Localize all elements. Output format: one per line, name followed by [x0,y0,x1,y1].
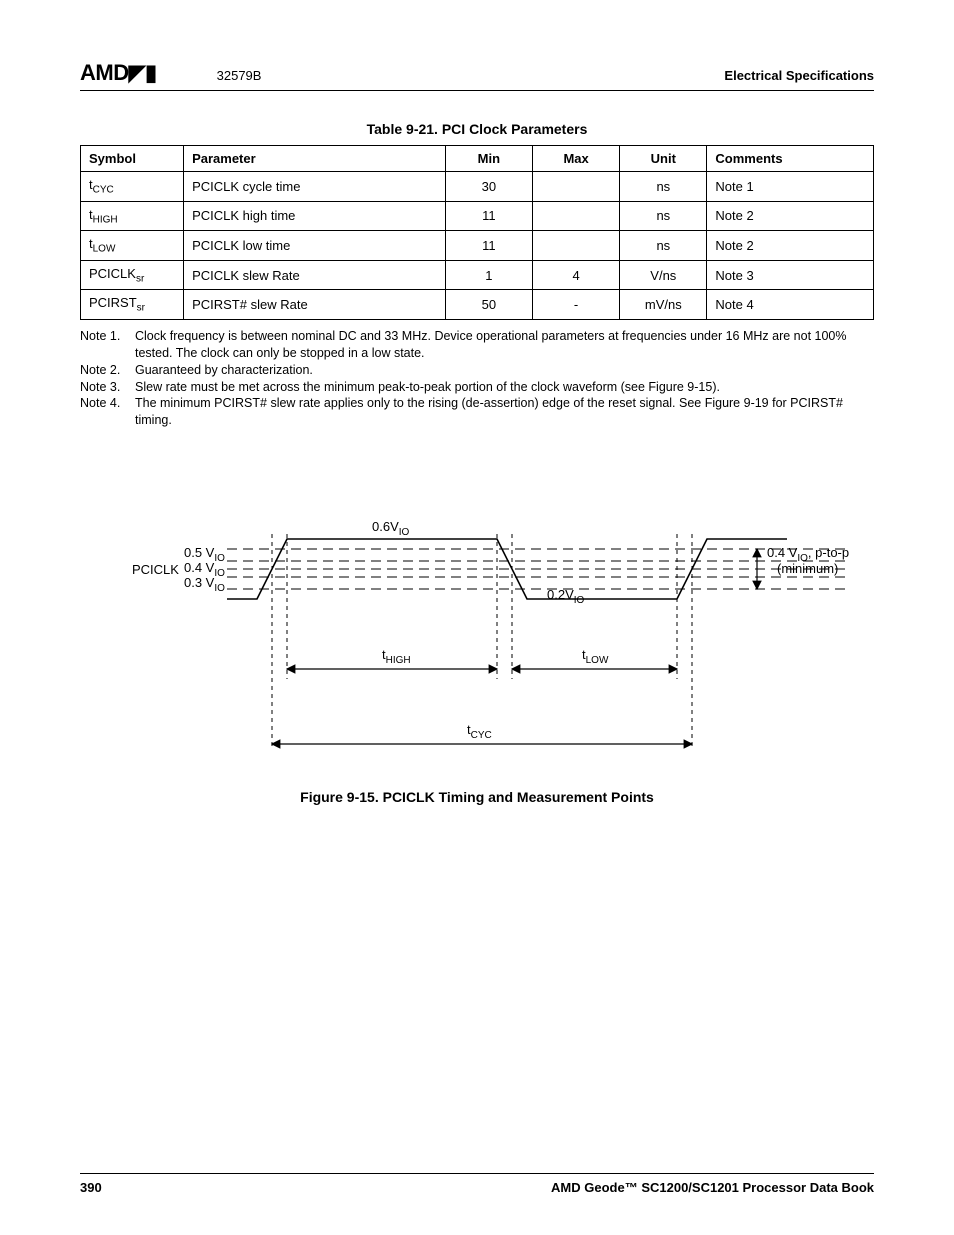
svg-text:0.2VIO: 0.2VIO [547,587,585,606]
note-label: Note 1. [80,328,135,362]
svg-text:tCYC: tCYC [467,722,492,741]
figure-9-15: tHIGH tLOW tCYC PCICLK 0.5 VIO 0.4 VIO 0… [80,509,874,805]
svg-text:0.6VIO: 0.6VIO [372,519,410,538]
note-text: Clock frequency is between nominal DC an… [135,328,874,362]
svg-text:tHIGH: tHIGH [382,647,411,666]
table-notes: Note 1.Clock frequency is between nomina… [80,328,874,429]
note-text: The minimum PCIRST# slew rate applies on… [135,395,874,429]
figure-caption: Figure 9-15. PCICLK Timing and Measureme… [80,789,874,805]
col-parameter: Parameter [184,146,446,172]
pci-clock-parameters-table: Symbol Parameter Min Max Unit Comments t… [80,145,874,320]
table-header-row: Symbol Parameter Min Max Unit Comments [81,146,874,172]
book-title: AMD Geode™ SC1200/SC1201 Processor Data … [551,1180,874,1195]
note-label: Note 4. [80,395,135,429]
table-row: tLOW PCICLK low time 11 ns Note 2 [81,231,874,261]
table-row: tCYC PCICLK cycle time 30 ns Note 1 [81,172,874,202]
note-text: Slew rate must be met across the minimum… [135,379,874,396]
section-title: Electrical Specifications [724,68,874,83]
page-number: 390 [80,1180,102,1195]
svg-text:(minimum): (minimum) [777,561,838,576]
note-label: Note 3. [80,379,135,396]
note-label: Note 2. [80,362,135,379]
page-header: AMD◤▮ 32579B Electrical Specifications [80,60,874,91]
pciclk-timing-diagram: tHIGH tLOW tCYC PCICLK 0.5 VIO 0.4 VIO 0… [87,509,867,769]
col-max: Max [532,146,619,172]
table-row: PCIRSTsr PCIRST# slew Rate 50 - mV/ns No… [81,290,874,320]
col-unit: Unit [620,146,707,172]
col-symbol: Symbol [81,146,184,172]
table-row: PCICLKsr PCICLK slew Rate 1 4 V/ns Note … [81,260,874,290]
table-caption: Table 9-21. PCI Clock Parameters [80,121,874,137]
page-footer: 390 AMD Geode™ SC1200/SC1201 Processor D… [80,1173,874,1195]
document-number: 32579B [217,68,262,83]
svg-text:PCICLK: PCICLK [132,562,179,577]
table-row: tHIGH PCICLK high time 11 ns Note 2 [81,201,874,231]
col-min: Min [445,146,532,172]
amd-logo: AMD◤▮ [80,60,157,86]
col-comments: Comments [707,146,874,172]
note-text: Guaranteed by characterization. [135,362,874,379]
svg-text:tLOW: tLOW [582,647,609,666]
